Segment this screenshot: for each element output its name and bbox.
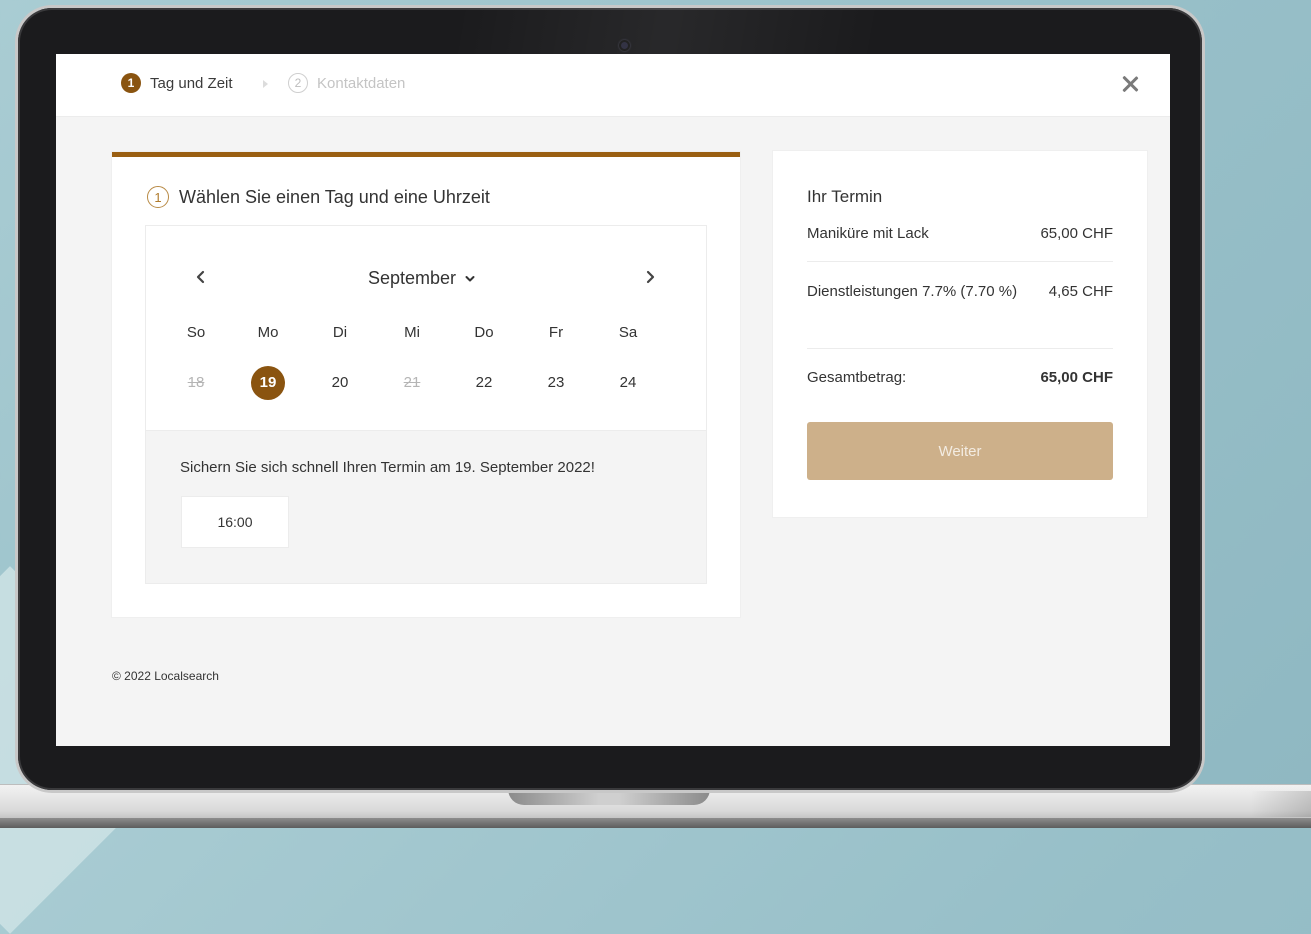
booking-screen: 1 Tag und Zeit 2 Kontaktdaten 1 Wählen S… [56, 54, 1170, 746]
month-label: September [368, 268, 457, 288]
step-1-label: Tag und Zeit [150, 74, 233, 92]
appointment-summary: Ihr Termin Maniküre mit Lack 65,00 CHF D… [773, 151, 1147, 517]
month-selector[interactable]: September [368, 268, 476, 289]
calendar-day[interactable]: 24 [608, 366, 648, 400]
step-1-number: 1 [121, 73, 141, 93]
section-number: 1 [147, 186, 169, 208]
step-separator-icon [263, 80, 268, 88]
summary-item-label: Dienstleistungen 7.7% (7.70 %) [807, 283, 1018, 300]
calendar: September So Mo Di Mi Do Fr Sa 18 19 20 … [146, 226, 706, 431]
total-value: 65,00 CHF [1040, 369, 1113, 386]
divider [807, 261, 1113, 262]
calendar-day: 18 [176, 366, 216, 400]
step-1[interactable]: 1 Tag und Zeit [121, 73, 233, 93]
section-title-text: Wählen Sie einen Tag und eine Uhrzeit [179, 186, 490, 207]
date-time-card: 1 Wählen Sie einen Tag und eine Uhrzeit … [112, 152, 740, 617]
calendar-day-label: 24 [619, 374, 637, 391]
chevron-right-icon[interactable] [643, 270, 657, 284]
calendar-day-label: 18 [187, 374, 205, 391]
summary-item-value: 65,00 CHF [1040, 225, 1113, 242]
calendar-day: 21 [392, 366, 432, 400]
availability-message: Sichern Sie sich schnell Ihren Termin am… [180, 459, 595, 476]
calendar-day-label: 19 [251, 366, 285, 400]
next-button[interactable]: Weiter [807, 422, 1113, 480]
weekday-label: Di [332, 324, 348, 341]
footer-copyright: © 2022 Localsearch [112, 669, 219, 683]
calendar-day-label: 22 [475, 374, 493, 391]
calendar-day[interactable]: 22 [464, 366, 504, 400]
section-title: 1 Wählen Sie einen Tag und eine Uhrzeit [147, 186, 490, 208]
calendar-day-label: 21 [403, 374, 421, 391]
chevron-down-icon [465, 275, 475, 281]
calendar-day-label: 20 [331, 374, 349, 391]
time-slots-panel: Sichern Sie sich schnell Ihren Termin am… [146, 431, 706, 583]
weekday-label: Mo [257, 324, 279, 341]
weekday-label: So [186, 324, 206, 341]
weekday-label: Mi [404, 324, 420, 341]
summary-item-value: 4,65 CHF [1048, 283, 1113, 300]
calendar-day[interactable]: 23 [536, 366, 576, 400]
weekday-label: Fr [548, 324, 564, 341]
step-2-number: 2 [288, 73, 308, 93]
chevron-left-icon[interactable] [194, 270, 208, 284]
divider [807, 348, 1113, 349]
close-icon[interactable] [1120, 74, 1140, 94]
accent-bar [112, 152, 740, 157]
calendar-day-label: 23 [547, 374, 565, 391]
time-slot-button[interactable]: 16:00 [181, 496, 289, 548]
booking-header: 1 Tag und Zeit 2 Kontaktdaten [56, 54, 1170, 117]
camera-icon [621, 42, 628, 49]
summary-title: Ihr Termin [807, 187, 883, 206]
calendar-day-selected[interactable]: 19 [248, 366, 288, 400]
laptop-base [0, 784, 1311, 828]
summary-item-label: Maniküre mit Lack [807, 225, 929, 242]
weekday-label: Sa [618, 324, 638, 341]
total-label: Gesamtbetrag: [807, 369, 907, 386]
step-2-label: Kontaktdaten [317, 74, 406, 92]
step-2[interactable]: 2 Kontaktdaten [288, 73, 405, 93]
weekday-label: Do [474, 324, 494, 341]
laptop-base-edge [1251, 791, 1311, 817]
calendar-day[interactable]: 20 [320, 366, 360, 400]
